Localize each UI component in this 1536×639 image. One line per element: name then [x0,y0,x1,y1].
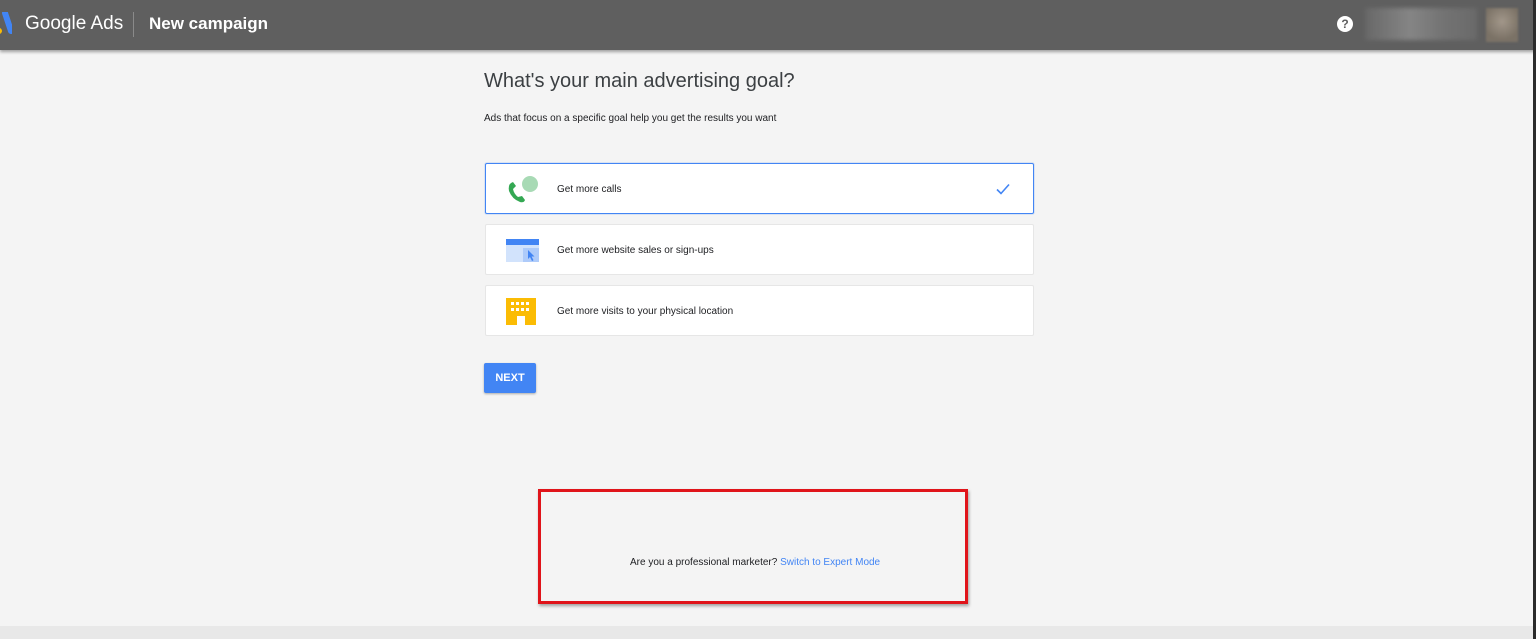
expert-mode-question: Are you a professional marketer? [630,557,778,568]
google-ads-logo-icon[interactable] [0,12,12,34]
next-button[interactable]: NEXT [484,363,536,393]
check-icon [996,183,1010,195]
footer-strip [0,626,1533,639]
expert-mode-prompt: Are you a professional marketer? Switch … [630,557,880,568]
goal-option-location[interactable]: Get more visits to your physical locatio… [485,285,1034,336]
goal-heading: What's your main advertising goal? [484,70,795,92]
goal-label-calls: Get more calls [557,184,622,195]
title-divider [133,12,134,37]
goal-subheading: Ads that focus on a specific goal help y… [484,113,777,124]
expert-mode-highlight [538,489,968,604]
page-title: New campaign [149,14,269,33]
goal-option-calls[interactable]: Get more calls [485,163,1034,214]
top-app-bar: Google Ads New campaign ? [0,0,1536,50]
goal-label-location: Get more visits to your physical locatio… [557,306,734,317]
switch-to-expert-mode-link[interactable]: Switch to Expert Mode [780,557,880,568]
goal-label-website: Get more website sales or sign-ups [557,245,714,256]
website-icon [506,239,539,262]
storefront-icon [506,298,536,325]
account-info[interactable] [1365,8,1477,40]
app-name[interactable]: Google Ads [25,13,123,35]
phone-call-icon [508,176,538,203]
goal-option-website[interactable]: Get more website sales or sign-ups [485,224,1034,275]
avatar[interactable] [1486,8,1518,42]
help-button[interactable]: ? [1337,16,1353,32]
